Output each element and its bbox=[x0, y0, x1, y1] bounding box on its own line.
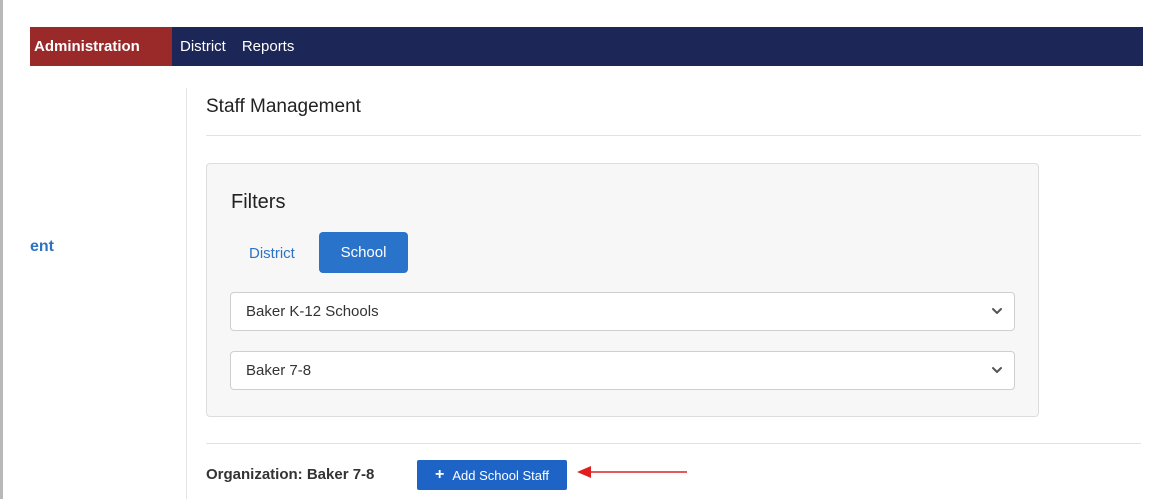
sidebar-divider bbox=[186, 88, 187, 499]
chevron-down-icon bbox=[992, 367, 1002, 373]
filter-toggle-school[interactable]: School bbox=[319, 232, 408, 273]
nav-item-reports[interactable]: Reports bbox=[234, 27, 303, 66]
add-school-staff-button[interactable]: + Add School Staff bbox=[417, 460, 567, 490]
district-select[interactable]: Baker K-12 Schools bbox=[230, 292, 1015, 331]
chevron-down-icon bbox=[992, 308, 1002, 314]
filter-toggle-district[interactable]: District bbox=[233, 234, 310, 273]
nav-item-administration[interactable]: Administration bbox=[30, 27, 172, 66]
add-school-staff-label: Add School Staff bbox=[452, 467, 549, 483]
school-select[interactable]: Baker 7-8 bbox=[230, 351, 1015, 390]
plus-icon: + bbox=[435, 466, 445, 483]
organization-label: Organization: Baker 7-8 bbox=[206, 466, 375, 483]
page: Administration District Reports ent Staf… bbox=[0, 0, 1151, 499]
top-navigation: Administration District Reports bbox=[30, 27, 1143, 66]
annotation-arrow-icon bbox=[577, 466, 687, 478]
window-edge bbox=[0, 0, 3, 499]
filters-title: Filters bbox=[231, 191, 286, 213]
filters-card: Filters District School Baker K-12 Schoo… bbox=[206, 163, 1039, 417]
school-select-value: Baker 7-8 bbox=[246, 362, 312, 379]
sidebar-item-staff-management[interactable]: ent bbox=[30, 238, 54, 256]
title-divider bbox=[206, 135, 1141, 136]
district-select-value: Baker K-12 Schools bbox=[246, 303, 379, 320]
page-title: Staff Management bbox=[206, 96, 361, 117]
nav-item-district[interactable]: District bbox=[172, 27, 234, 66]
section-divider bbox=[206, 443, 1141, 444]
